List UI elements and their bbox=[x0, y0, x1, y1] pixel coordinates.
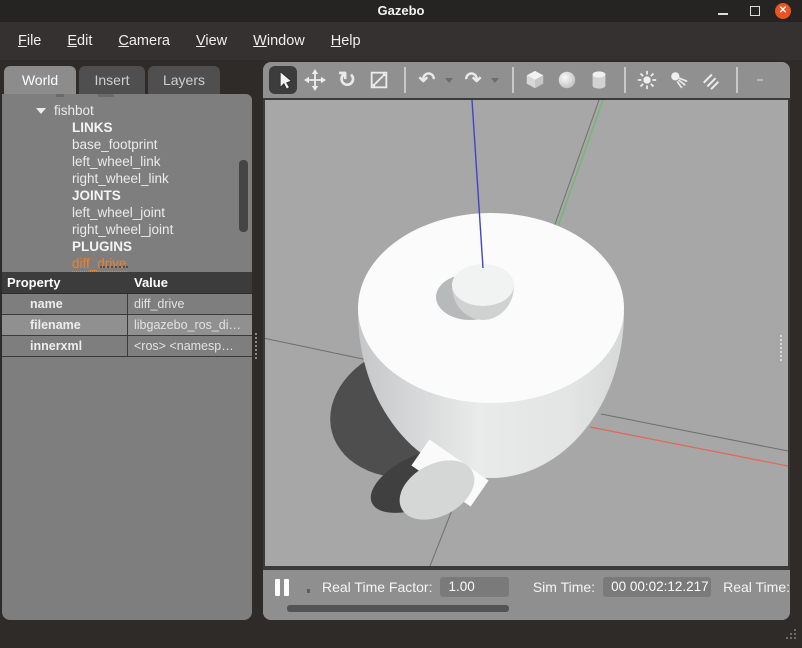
undo-button[interactable]: ↶ bbox=[413, 66, 441, 94]
menu-camera[interactable]: Camera bbox=[108, 29, 180, 53]
scene-robot-fishbot bbox=[265, 100, 788, 566]
spot-light-button[interactable] bbox=[665, 66, 693, 94]
sim-statusbar: Real Time Factor: 1.00 Sim Time: 00 00:0… bbox=[263, 568, 790, 620]
pause-button[interactable] bbox=[275, 579, 289, 596]
rotate-icon: ↻ bbox=[338, 69, 356, 91]
undo-history-dropdown-icon[interactable] bbox=[445, 78, 453, 83]
step-widget[interactable] bbox=[307, 589, 310, 593]
titlebar: Gazebo ✕ bbox=[0, 0, 802, 22]
tree-item-diff-drive[interactable]: diff_drive bbox=[72, 255, 127, 272]
tree-item-label: fishbot bbox=[54, 103, 94, 118]
render-toolbar: ↻ ↶ ↷ bbox=[263, 62, 790, 98]
property-row-filename[interactable]: filename libgazebo_ros_di… bbox=[2, 315, 252, 336]
toolbar-separator bbox=[736, 67, 738, 93]
sim-time-label: Sim Time: bbox=[533, 579, 595, 595]
sphere-icon bbox=[556, 69, 578, 91]
redo-history-dropdown-icon[interactable] bbox=[491, 78, 499, 83]
tab-world[interactable]: World bbox=[4, 66, 76, 94]
header-property: Property bbox=[2, 275, 128, 290]
insert-sphere-button[interactable] bbox=[553, 66, 581, 94]
cursor-arrow-icon bbox=[272, 69, 294, 91]
scale-icon bbox=[368, 69, 390, 91]
resize-grip-icon[interactable] bbox=[784, 629, 798, 643]
lidar-top bbox=[452, 264, 514, 306]
tree-scrollbar[interactable] bbox=[239, 160, 248, 232]
clipped-row-fragment bbox=[56, 94, 64, 97]
menubar: File Edit Camera View Window Help bbox=[0, 22, 802, 60]
rotate-tool-button[interactable]: ↻ bbox=[333, 66, 361, 94]
status-scrollbar[interactable] bbox=[287, 605, 509, 612]
select-tool-button[interactable] bbox=[269, 66, 297, 94]
directional-light-button[interactable] bbox=[697, 66, 725, 94]
menu-window[interactable]: Window bbox=[243, 29, 315, 53]
close-icon: ✕ bbox=[775, 3, 791, 19]
world-panel: fishbot LINKS base_footprint left_wheel_… bbox=[2, 94, 252, 620]
real-time-factor-value: 1.00 bbox=[440, 577, 508, 597]
left-panel-tabs: World Insert Layers bbox=[4, 66, 220, 94]
property-row-name[interactable]: name diff_drive bbox=[2, 294, 252, 315]
tree-item-left-wheel-joint[interactable]: left_wheel_joint bbox=[72, 204, 165, 221]
expand-arrow-icon[interactable] bbox=[36, 108, 46, 114]
toolbar-separator bbox=[624, 67, 626, 93]
property-table-header: Property Value bbox=[2, 272, 252, 294]
minimize-icon bbox=[718, 13, 728, 15]
move-icon bbox=[304, 69, 326, 91]
translate-tool-button[interactable] bbox=[301, 66, 329, 94]
directional-light-icon bbox=[700, 69, 722, 91]
tree-item-right-wheel-link[interactable]: right_wheel_link bbox=[72, 170, 169, 187]
tree-section-links[interactable]: LINKS bbox=[72, 119, 113, 136]
tab-layers[interactable]: Layers bbox=[148, 66, 220, 94]
tree-table-splitter[interactable] bbox=[100, 266, 128, 268]
toolbar-separator bbox=[512, 67, 514, 93]
tree-item-base-footprint[interactable]: base_footprint bbox=[72, 136, 158, 153]
minimize-button[interactable] bbox=[710, 0, 736, 22]
toolbar-separator bbox=[404, 67, 406, 93]
menu-view[interactable]: View bbox=[186, 29, 237, 53]
tree-item-fishbot[interactable]: fishbot bbox=[54, 102, 94, 119]
tree-item-left-wheel-link[interactable]: left_wheel_link bbox=[72, 153, 161, 170]
redo-button[interactable]: ↷ bbox=[459, 66, 487, 94]
pause-icon bbox=[275, 579, 280, 596]
tree-section-joints[interactable]: JOINTS bbox=[72, 187, 121, 204]
tab-insert[interactable]: Insert bbox=[79, 66, 145, 94]
gazebo-window: { "window": { "title": "Gazebo" }, "menu… bbox=[0, 0, 802, 648]
point-light-button[interactable] bbox=[633, 66, 661, 94]
cylinder-icon bbox=[588, 69, 610, 91]
right-panel-splitter-handle[interactable] bbox=[780, 335, 782, 361]
tree-item-right-wheel-joint[interactable]: right_wheel_joint bbox=[72, 221, 173, 238]
menu-edit[interactable]: Edit bbox=[57, 29, 102, 53]
redo-icon: ↷ bbox=[465, 70, 482, 90]
spot-light-icon bbox=[668, 69, 690, 91]
panel-splitter-handle[interactable] bbox=[255, 333, 257, 359]
property-row-innerxml[interactable]: innerxml <ros> <namesp… bbox=[2, 336, 252, 357]
point-light-icon bbox=[636, 69, 658, 91]
box-icon bbox=[524, 69, 546, 91]
menu-file[interactable]: File bbox=[8, 29, 51, 53]
clipped-row-fragment bbox=[98, 94, 114, 97]
window-title: Gazebo bbox=[0, 0, 802, 22]
real-time-label: Real Time: bbox=[723, 579, 790, 595]
menu-help[interactable]: Help bbox=[321, 29, 371, 53]
tree-section-plugins[interactable]: PLUGINS bbox=[72, 238, 132, 255]
render-view-3d[interactable] bbox=[263, 98, 790, 568]
sim-time-value: 00 00:02:12.217 bbox=[603, 577, 711, 597]
close-button[interactable]: ✕ bbox=[770, 0, 796, 22]
scale-tool-button[interactable] bbox=[365, 66, 393, 94]
maximize-icon bbox=[750, 6, 760, 16]
real-time-factor-label: Real Time Factor: bbox=[322, 579, 432, 595]
viewport-panel: ↻ ↶ ↷ bbox=[263, 62, 790, 620]
insert-cylinder-button[interactable] bbox=[585, 66, 613, 94]
maximize-button[interactable] bbox=[742, 0, 768, 22]
property-table: Property Value name diff_drive filename … bbox=[2, 272, 252, 357]
undo-icon: ↶ bbox=[419, 70, 436, 90]
toolbar-overflow-mark[interactable] bbox=[757, 79, 763, 81]
header-value: Value bbox=[128, 275, 252, 290]
insert-box-button[interactable] bbox=[521, 66, 549, 94]
